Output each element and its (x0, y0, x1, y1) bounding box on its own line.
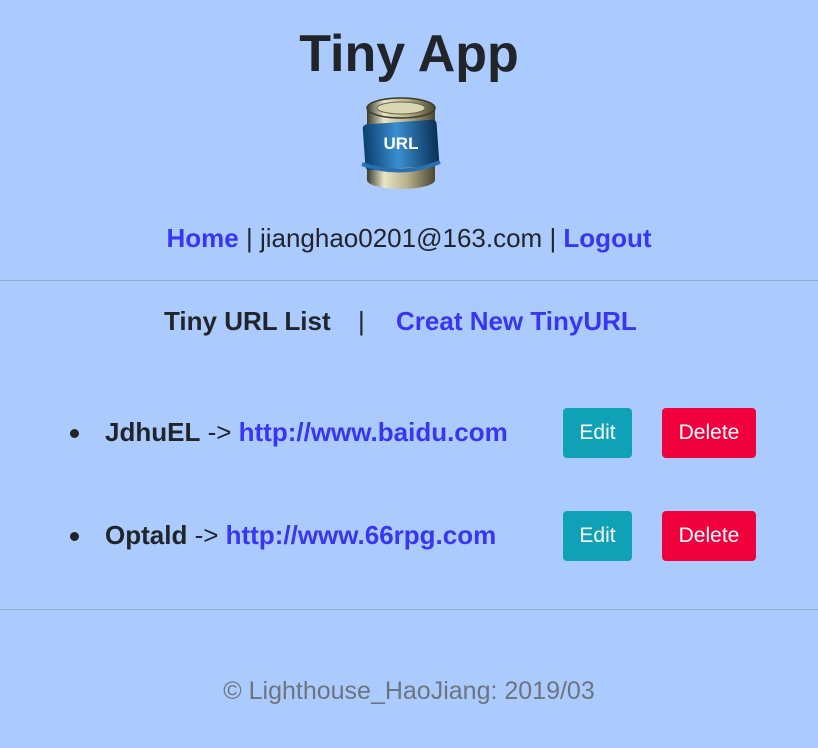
top-nav: Home | jianghao0201@163.com | Logout (0, 223, 818, 254)
divider (0, 280, 818, 281)
logout-link[interactable]: Logout (563, 223, 651, 253)
page: Tiny App URL Home | jianghao0201@163.com… (0, 0, 818, 748)
url-mapping: JdhuEL -> http://www.baidu.com (105, 417, 508, 448)
nav-separator: | (542, 223, 564, 253)
edit-button[interactable]: Edit (563, 511, 632, 561)
url-logo: URL (361, 97, 441, 189)
long-url-link[interactable]: http://www.baidu.com (239, 417, 508, 447)
list-item: JdhuEL -> http://www.baidu.com Edit Dele… (0, 408, 818, 458)
bullet (70, 429, 79, 438)
edit-button[interactable]: Edit (563, 408, 632, 458)
tab-url-list[interactable]: Tiny URL List (164, 306, 331, 337)
divider (0, 609, 818, 610)
list-item: Optald -> http://www.66rpg.com Edit Dele… (0, 511, 818, 561)
home-link[interactable]: Home (166, 223, 238, 253)
bullet (70, 532, 79, 541)
arrow: -> (187, 520, 226, 550)
footer-copyright: © Lighthouse_HaoJiang: 2019/03 (223, 677, 595, 705)
user-email: jianghao0201@163.com (259, 223, 543, 253)
logo-text: URL (384, 134, 419, 153)
short-url: Optald (105, 520, 188, 550)
app-title: Tiny App (299, 25, 519, 83)
delete-button[interactable]: Delete (662, 511, 756, 561)
long-url-link[interactable]: http://www.66rpg.com (226, 520, 497, 550)
delete-button[interactable]: Delete (662, 408, 756, 458)
nav-separator: | (238, 223, 260, 253)
arrow: -> (200, 417, 239, 447)
short-url: JdhuEL (105, 417, 201, 447)
create-tinyurl-link[interactable]: Creat New TinyURL (396, 306, 637, 337)
tab-separator: | (358, 306, 365, 336)
url-mapping: Optald -> http://www.66rpg.com (105, 520, 496, 551)
